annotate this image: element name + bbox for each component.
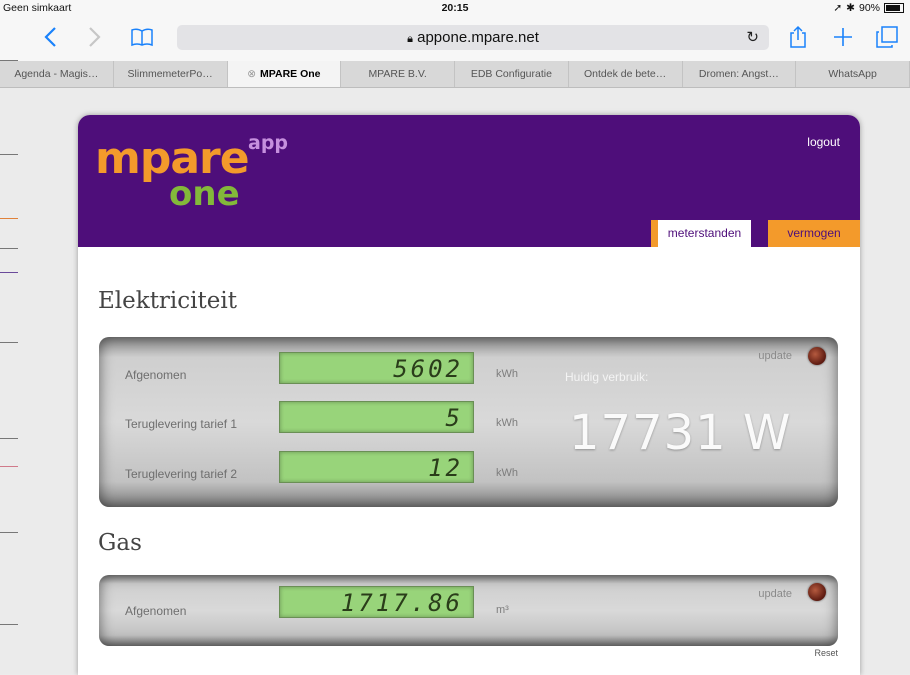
meter-display-tarief1: 5 — [279, 401, 474, 433]
share-icon[interactable] — [783, 22, 813, 52]
status-bar: Geen simkaart 20:15 ➚ ✱ 90% — [0, 0, 910, 17]
browser-tab[interactable]: Agenda - Magis… — [0, 61, 114, 87]
row-label-tarief1: Teruglevering tarief 1 — [125, 417, 238, 431]
clock: 20:15 — [441, 2, 469, 14]
url-text: 🔒︎ appone.mpare.net — [407, 29, 539, 46]
browser-tab[interactable]: Ontdek de bete… — [569, 61, 683, 87]
address-bar[interactable]: 🔒︎ appone.mpare.net ↻ — [177, 25, 769, 50]
back-icon[interactable] — [35, 22, 65, 52]
meter-display-tarief2: 12 — [279, 451, 474, 483]
close-tab-icon[interactable]: ⊗ — [247, 68, 256, 80]
row-label-tarief2: Teruglevering tarief 2 — [125, 467, 238, 481]
new-tab-icon[interactable] — [828, 22, 858, 52]
browser-tab[interactable]: EDB Configuratie — [455, 61, 569, 87]
web-page: mpare app one logout meterstanden vermog… — [0, 60, 910, 675]
update-link[interactable]: update — [758, 350, 792, 362]
row-label-gas-afgenomen: Afgenomen — [125, 604, 187, 618]
row-label-afgenomen: Afgenomen — [125, 368, 187, 382]
reload-icon[interactable]: ↻ — [746, 28, 759, 46]
status-led-icon — [808, 347, 826, 365]
logo-one: one — [169, 174, 240, 214]
browser-tab[interactable]: WhatsApp — [796, 61, 910, 87]
bluetooth-icon: ✱ — [846, 2, 855, 14]
tab-meterstanden[interactable]: meterstanden — [651, 220, 751, 247]
update-link-gas[interactable]: update — [758, 588, 792, 600]
battery-icon — [884, 3, 904, 13]
status-led-icon — [808, 583, 826, 601]
tabs-overview-icon[interactable] — [872, 22, 902, 52]
unit-m3: m³ — [496, 604, 509, 616]
unit-kwh: kWh — [496, 467, 518, 479]
electricity-panel: Afgenomen 5602 kWh Teruglevering tarief … — [99, 337, 838, 507]
status-icons: ➚ ✱ 90% — [833, 2, 904, 14]
unit-kwh: kWh — [496, 368, 518, 380]
meter-display-afgenomen: 5602 — [279, 352, 474, 384]
browser-tab[interactable]: MPARE B.V. — [341, 61, 455, 87]
app-card: mpare app one logout meterstanden vermog… — [78, 115, 860, 675]
browser-tab[interactable]: Dromen: Angst… — [683, 61, 797, 87]
location-icon: ➚ — [833, 2, 843, 14]
tab-vermogen[interactable]: vermogen — [768, 220, 860, 247]
tab-strip: Agenda - Magis… SlimmemeterPo… ⊗ MPARE On… — [0, 61, 910, 88]
logo-app: app — [248, 132, 289, 154]
current-usage-label: Huidig verbruik: — [565, 370, 649, 384]
unit-kwh: kWh — [496, 417, 518, 429]
lock-icon: 🔒︎ — [407, 33, 413, 45]
meter-display-gas: 1717.86 — [279, 586, 474, 618]
logout-link[interactable]: logout — [807, 135, 840, 149]
gas-panel: Afgenomen 1717.86 m³ update — [99, 575, 838, 646]
browser-tab-active[interactable]: ⊗ MPARE One — [227, 61, 342, 87]
current-usage-value: 17731 W — [569, 405, 792, 461]
section-title-gas: Gas — [98, 530, 142, 556]
section-title-elektriciteit: Elektriciteit — [98, 288, 237, 314]
bookmarks-icon[interactable] — [127, 22, 157, 52]
app-header: mpare app one logout meterstanden vermog… — [78, 115, 860, 247]
battery-percent: 90% — [858, 2, 880, 14]
forward-icon[interactable] — [80, 22, 110, 52]
browser-tab[interactable]: SlimmemeterPo… — [114, 61, 228, 87]
reset-link[interactable]: Reset — [814, 648, 838, 658]
browser-toolbar: 🔒︎ appone.mpare.net ↻ — [0, 17, 910, 61]
